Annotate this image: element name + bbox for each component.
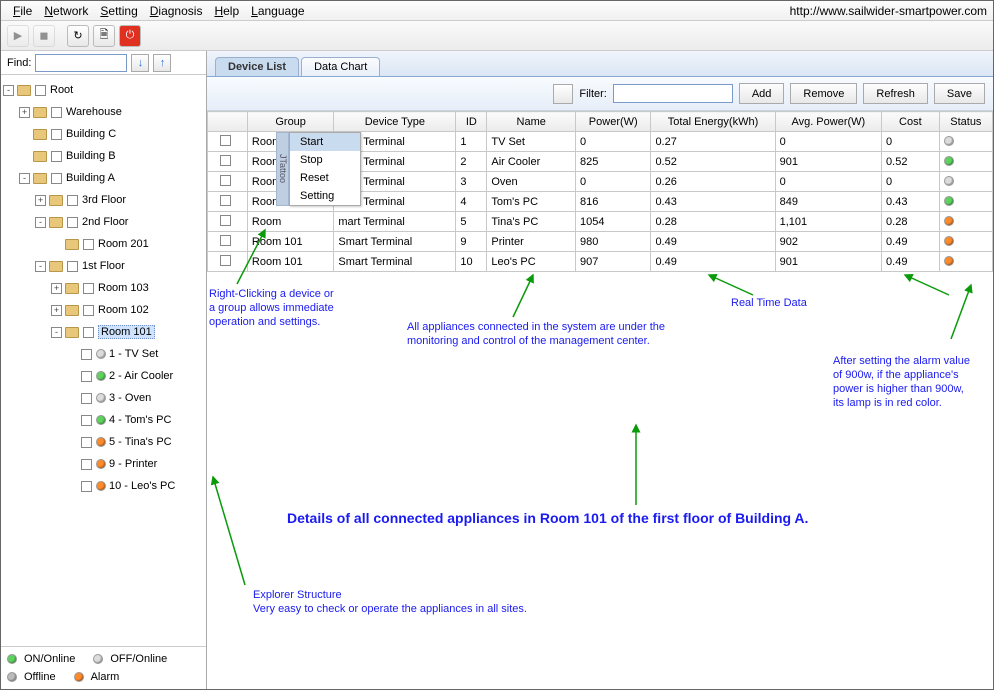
lamp-icon — [97, 460, 105, 468]
tree-node[interactable]: 1 - TV Set — [3, 343, 204, 365]
annotation-title: Details of all connected appliances in R… — [287, 511, 808, 525]
refresh-button[interactable]: Refresh — [863, 83, 928, 104]
tree-node[interactable]: +Warehouse — [3, 101, 204, 123]
status-legend: ON/Online OFF/Online Offline Alarm — [1, 646, 206, 689]
status-lamp-icon — [945, 157, 953, 165]
status-lamp-icon — [945, 237, 953, 245]
find-label: Find: — [7, 57, 31, 69]
folder-icon — [33, 173, 47, 184]
tree-node[interactable]: -Room 101 — [3, 321, 204, 343]
folder-icon — [65, 239, 79, 250]
power-button[interactable]: ⏻ — [119, 25, 141, 47]
ctx-setting[interactable]: Setting — [290, 187, 360, 205]
folder-icon — [65, 283, 79, 294]
folder-icon — [33, 151, 47, 162]
ctx-stop[interactable]: Stop — [290, 151, 360, 169]
tree-node[interactable]: 5 - Tina's PC — [3, 431, 204, 453]
lamp-icon — [97, 416, 105, 424]
annotation-explorer: Explorer Structure Very easy to check or… — [253, 588, 527, 616]
folder-icon — [49, 217, 63, 228]
menu-language[interactable]: Language — [245, 2, 310, 20]
tab-device-list[interactable]: Device List — [215, 57, 299, 76]
tree-node[interactable]: +Room 103 — [3, 277, 204, 299]
toolbar: ▶ ◼ ↻ 🗎 ⏻ — [1, 21, 993, 51]
tab-data-chart[interactable]: Data Chart — [301, 57, 380, 76]
export-button[interactable]: 🗎 — [93, 25, 115, 47]
filter-label: Filter: — [579, 88, 607, 100]
tree-node[interactable]: +3rd Floor — [3, 189, 204, 211]
tree-root[interactable]: -Root — [3, 79, 204, 101]
tree-node[interactable]: 9 - Printer — [3, 453, 204, 475]
find-next-button[interactable]: ↓ — [131, 54, 149, 72]
lamp-icon — [97, 394, 105, 402]
menu-file[interactable]: File — [7, 2, 38, 20]
filter-bar: Filter: Add Remove Refresh Save — [207, 77, 993, 111]
add-button[interactable]: Add — [739, 83, 785, 104]
context-menu-brand: JTattoo — [276, 132, 289, 206]
tree-node[interactable]: Building C — [3, 123, 204, 145]
folder-icon — [49, 261, 63, 272]
annotation-monitor: All appliances connected in the system a… — [407, 320, 665, 348]
lamp-icon — [97, 350, 105, 358]
folder-icon — [65, 305, 79, 316]
tree-node[interactable]: 10 - Leo's PC — [3, 475, 204, 497]
annotation-alarm: After setting the alarm value of 900w, i… — [833, 354, 970, 410]
filter-input[interactable] — [613, 84, 733, 103]
tab-bar: Device List Data Chart — [207, 51, 993, 77]
refresh-button[interactable]: ↻ — [67, 25, 89, 47]
sidebar: Find: ↓ ↑ -Root+WarehouseBuilding CBuild… — [1, 51, 207, 689]
annotation-realtime: Real Time Data — [731, 296, 807, 310]
menu-setting[interactable]: Setting — [94, 2, 143, 20]
tree-node[interactable]: -1st Floor — [3, 255, 204, 277]
tree-node[interactable]: 3 - Oven — [3, 387, 204, 409]
menu-bar: File Network Setting Diagnosis Help Lang… — [1, 1, 993, 21]
tree-node[interactable]: -2nd Floor — [3, 211, 204, 233]
status-lamp-icon — [945, 177, 953, 185]
tree-node[interactable]: Building B — [3, 145, 204, 167]
tree-node[interactable]: Room 201 — [3, 233, 204, 255]
status-lamp-icon — [945, 257, 953, 265]
table-row[interactable]: Room 101Smart Terminal10Leo's PC9070.499… — [208, 252, 993, 272]
remove-button[interactable]: Remove — [790, 83, 857, 104]
stop-button[interactable]: ◼ — [33, 25, 55, 47]
folder-icon — [33, 107, 47, 118]
tree-explorer[interactable]: -Root+WarehouseBuilding CBuilding B-Buil… — [1, 75, 206, 646]
status-lamp-icon — [945, 217, 953, 225]
lamp-icon — [97, 372, 105, 380]
lamp-icon — [97, 482, 105, 490]
find-prev-button[interactable]: ↑ — [153, 54, 171, 72]
menu-diagnosis[interactable]: Diagnosis — [144, 2, 209, 20]
content-area: Group Device Type ID Name Power(W) Total… — [207, 111, 993, 689]
folder-icon — [49, 195, 63, 206]
tree-node[interactable]: 4 - Tom's PC — [3, 409, 204, 431]
menu-help[interactable]: Help — [208, 2, 245, 20]
tree-node[interactable]: -Building A — [3, 167, 204, 189]
save-button[interactable]: Save — [934, 83, 985, 104]
table-row[interactable]: Room 101Smart Terminal9Printer9800.49902… — [208, 232, 993, 252]
find-input[interactable] — [35, 54, 127, 72]
ctx-reset[interactable]: Reset — [290, 169, 360, 187]
ctx-start[interactable]: Start — [290, 133, 360, 151]
status-lamp-icon — [945, 137, 953, 145]
folder-icon — [33, 129, 47, 140]
tree-node[interactable]: 2 - Air Cooler — [3, 365, 204, 387]
menu-network[interactable]: Network — [38, 2, 94, 20]
brand-url: http://www.sailwider-smartpower.com — [790, 4, 987, 18]
tree-node[interactable]: +Room 102 — [3, 299, 204, 321]
folder-icon — [65, 327, 79, 338]
annotation-rightclick: Right-Clicking a device or a group allow… — [209, 287, 334, 329]
lamp-icon — [97, 438, 105, 446]
status-lamp-icon — [945, 197, 953, 205]
filter-toggle-button[interactable] — [553, 84, 573, 104]
play-button[interactable]: ▶ — [7, 25, 29, 47]
table-row[interactable]: Roommart Terminal5Tina's PC10540.281,101… — [208, 212, 993, 232]
context-menu: JTattoo Start Stop Reset Setting — [289, 132, 361, 206]
